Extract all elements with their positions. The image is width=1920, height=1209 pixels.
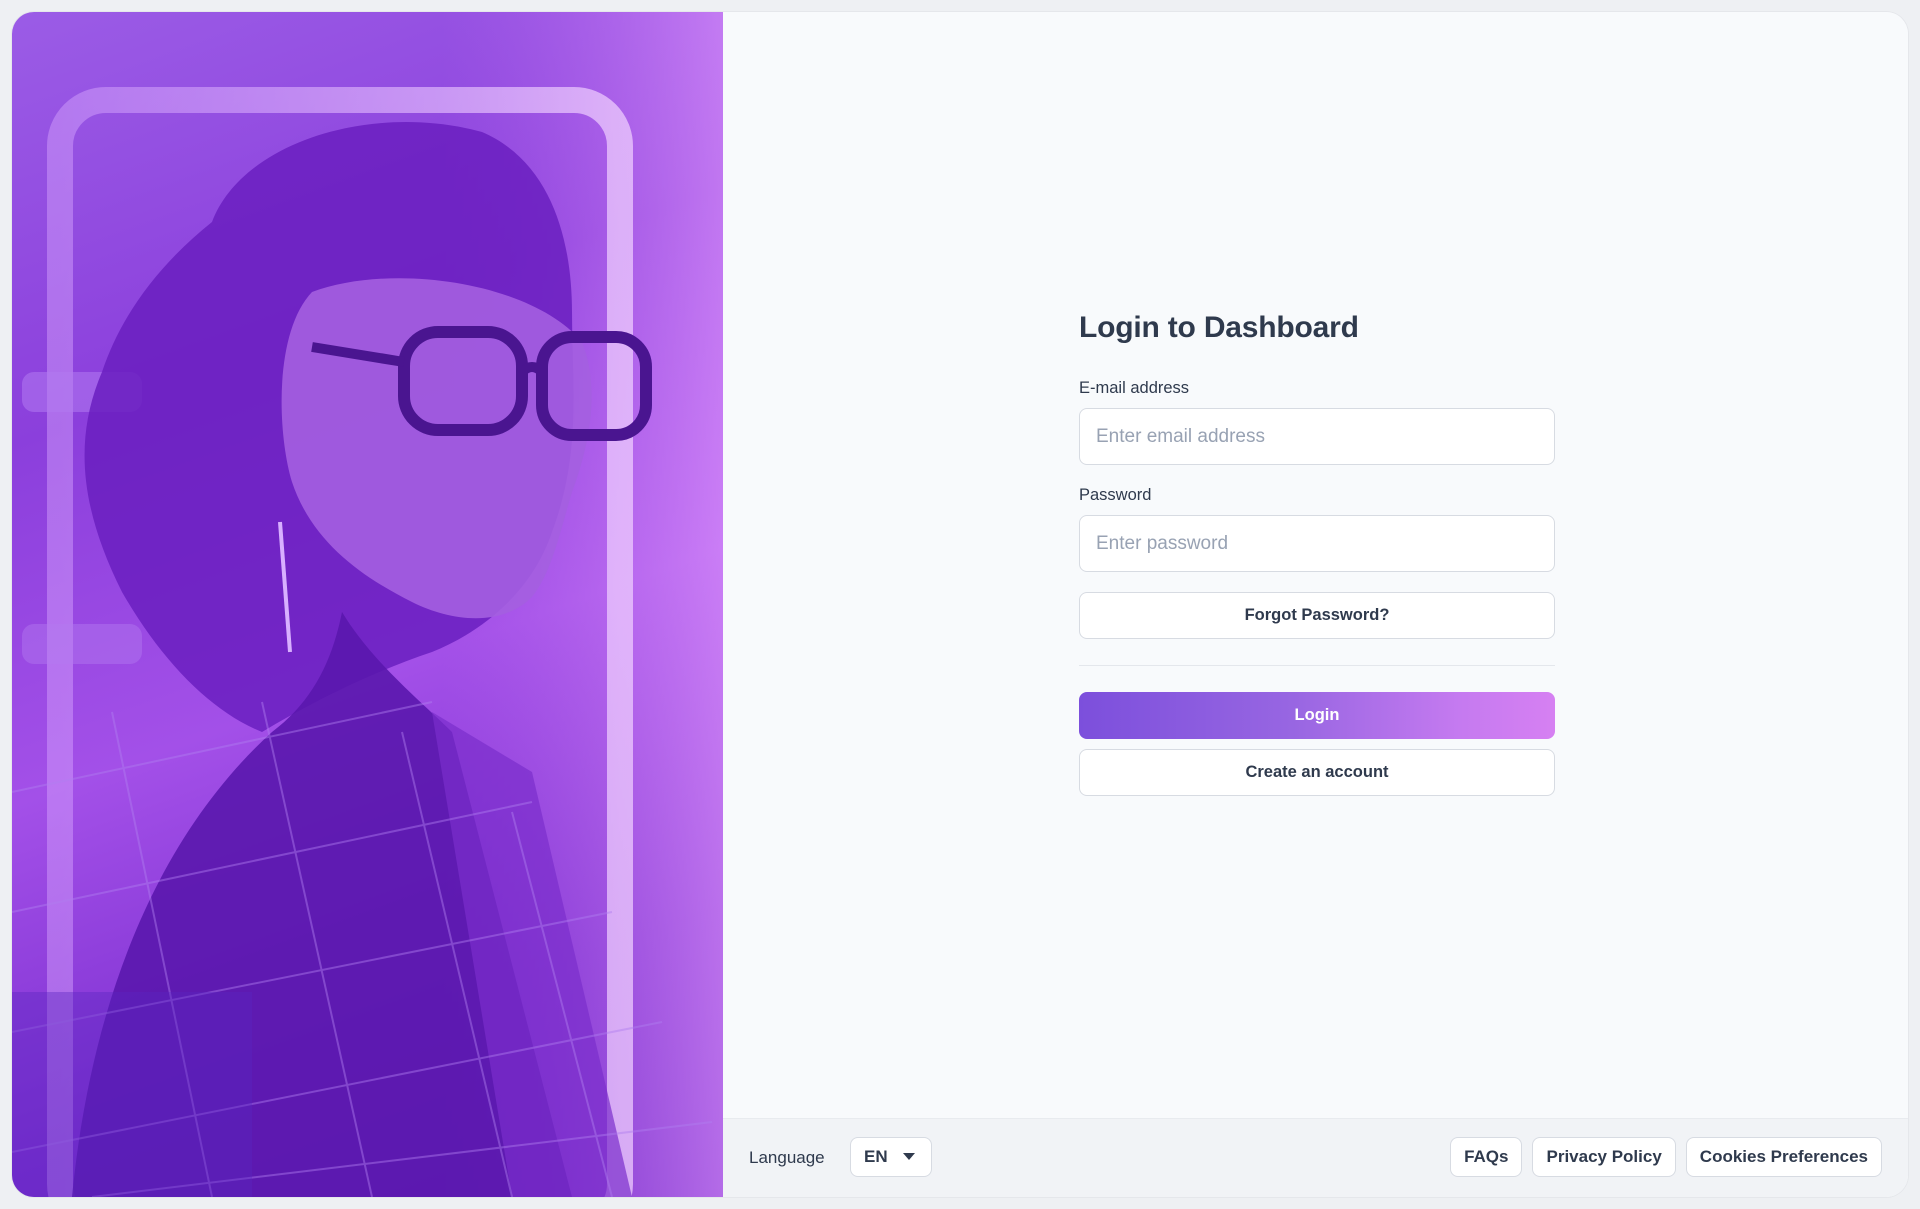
privacy-policy-link[interactable]: Privacy Policy <box>1532 1137 1676 1177</box>
cookies-preferences-link[interactable]: Cookies Preferences <box>1685 1137 1882 1177</box>
language-value: EN <box>864 1147 888 1166</box>
login-panel: Login to Dashboard E-mail address Passwo… <box>723 12 1908 1197</box>
footer: Language EN FAQs Privacy Policy Cookies … <box>723 1118 1908 1197</box>
language-select[interactable]: EN <box>850 1137 932 1177</box>
page-title: Login to Dashboard <box>1079 311 1359 344</box>
email-label: E-mail address <box>1079 379 1190 397</box>
email-field[interactable] <box>1079 408 1555 465</box>
password-label: Password <box>1079 486 1152 504</box>
faqs-link[interactable]: FAQs <box>1450 1137 1523 1177</box>
login-button[interactable]: Login <box>1079 692 1555 739</box>
create-account-button[interactable]: Create an account <box>1079 749 1555 796</box>
language-label: Language <box>749 1148 825 1167</box>
forgot-password-button[interactable]: Forgot Password? <box>1079 592 1555 639</box>
chevron-down-icon <box>903 1153 915 1160</box>
password-field[interactable] <box>1079 515 1555 572</box>
hero-image <box>12 12 723 1197</box>
app-window: Login to Dashboard E-mail address Passwo… <box>12 12 1908 1197</box>
divider <box>1079 665 1555 666</box>
footer-links: FAQs Privacy Policy Cookies Preferences <box>1450 1137 1882 1177</box>
login-form: Login to Dashboard E-mail address Passwo… <box>1079 308 1555 796</box>
